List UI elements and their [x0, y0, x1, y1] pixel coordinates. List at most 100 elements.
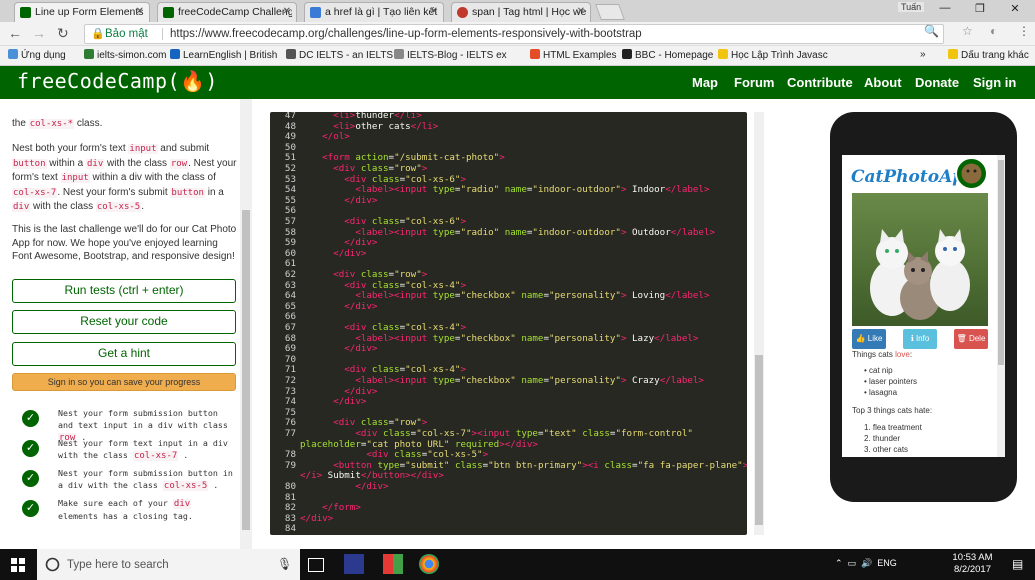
- other-bookmarks[interactable]: Dấu trang khác: [948, 49, 1029, 61]
- close-tab-icon[interactable]: ✕: [283, 6, 291, 17]
- close-tab-icon[interactable]: ✕: [577, 6, 585, 17]
- url-text[interactable]: https://www.freecodecamp.org/challenges/…: [170, 25, 642, 43]
- code-token: "col-xs-4": [405, 322, 461, 333]
- code-token: <button: [300, 459, 378, 471]
- code-line[interactable]: <div class="col-xs-7"><input type="text"…: [300, 428, 693, 439]
- code-token: "col-xs-4": [405, 279, 461, 291]
- search-icon[interactable]: 🔍: [924, 24, 939, 38]
- nav-about[interactable]: About: [864, 75, 902, 90]
- code-line[interactable]: placeholder="cat photo URL" required></d…: [300, 439, 538, 450]
- extension-icon[interactable]: ◐: [990, 24, 997, 38]
- chrome-icon[interactable]: [419, 554, 439, 574]
- code-text-area[interactable]: <li>thunder</li> <li>other cats</li> </o…: [300, 112, 747, 535]
- code-line[interactable]: </div>: [300, 301, 377, 312]
- windows-start-icon[interactable]: [11, 558, 25, 572]
- code-line[interactable]: <label><input type="checkbox" name="pers…: [300, 375, 704, 386]
- code-line[interactable]: <form action="/submit-cat-photo">: [300, 152, 505, 163]
- code-line[interactable]: <div class="col-xs-4">: [300, 280, 466, 291]
- new-tab-button[interactable]: [595, 4, 625, 20]
- jetbrains-app-icon[interactable]: [344, 554, 364, 574]
- instructions-scrollbar-thumb[interactable]: [242, 210, 250, 530]
- reload-icon[interactable]: ↻: [57, 25, 69, 42]
- reset-code-button[interactable]: Reset your code: [12, 310, 236, 334]
- code-line[interactable]: <div class="col-xs-6">: [300, 174, 466, 185]
- code-line[interactable]: </div>: [300, 237, 377, 248]
- code-token: >: [482, 449, 489, 461]
- forward-arrow-icon[interactable]: →: [32, 25, 46, 41]
- instruction-paragraph: the col-xs-* class.: [12, 118, 103, 129]
- get-hint-button[interactable]: Get a hint: [12, 342, 236, 366]
- bookmark-item[interactable]: HTML Examples: [530, 49, 617, 61]
- code-line[interactable]: <div class="col-xs-4">: [300, 322, 466, 333]
- bookmark-item[interactable]: BBC - Homepage: [622, 49, 713, 61]
- taskbar-clock[interactable]: 10:53 AM 8/2/2017: [945, 552, 1000, 576]
- browser-tab-active[interactable]: Line up Form Elements R ✕: [14, 2, 150, 22]
- url-bar[interactable]: 🔒 Bảo mật https://www.freecodecamp.org/c…: [84, 24, 944, 44]
- code-line[interactable]: </div>: [300, 481, 388, 492]
- nav-contribute[interactable]: Contribute: [787, 75, 853, 90]
- notifications-icon[interactable]: ▤: [1012, 557, 1023, 571]
- code-line[interactable]: </form>: [300, 502, 361, 513]
- bookmark-item[interactable]: ielts-simon.com: [84, 49, 166, 61]
- bookmark-item[interactable]: Học Lập Trình Javasc: [718, 49, 828, 61]
- code-line[interactable]: </div>: [300, 195, 377, 206]
- code-line[interactable]: </div>: [300, 386, 377, 397]
- bookmark-item[interactable]: IELTS-Blog - IELTS ex: [394, 49, 507, 61]
- bookmark-item[interactable]: DC IELTS - an IELTS te: [286, 49, 404, 61]
- bookmark-item[interactable]: LearnEnglish | British: [170, 49, 277, 61]
- minimize-icon[interactable]: —: [930, 2, 960, 14]
- taskbar-search-box[interactable]: Type here to search 🎙: [37, 549, 300, 580]
- nav-map[interactable]: Map: [692, 75, 718, 90]
- code-line[interactable]: <label><input type="radio" name="indoor-…: [300, 184, 709, 195]
- close-tab-icon[interactable]: ✕: [430, 6, 438, 17]
- nav-forum[interactable]: Forum: [734, 75, 774, 90]
- code-line[interactable]: </div>: [300, 396, 366, 407]
- microphone-icon[interactable]: 🎙: [277, 557, 292, 571]
- bookmarks-overflow[interactable]: »: [920, 49, 926, 60]
- task-view-icon[interactable]: [308, 558, 324, 572]
- code-line[interactable]: <label><input type="checkbox" name="pers…: [300, 333, 698, 344]
- fcc-logo[interactable]: freeCodeCamp(🔥): [17, 69, 218, 93]
- close-window-icon[interactable]: ✕: [1000, 2, 1030, 15]
- code-line[interactable]: <div class="col-xs-4">: [300, 364, 466, 375]
- code-line[interactable]: <div class="row">: [300, 417, 427, 428]
- code-line[interactable]: </ol>: [300, 131, 350, 142]
- browser-tab[interactable]: freeCodeCamp Challeng ✕: [157, 2, 297, 22]
- code-line[interactable]: </i> Submit</button></div>: [300, 470, 444, 481]
- profile-badge[interactable]: Tuấn: [898, 2, 925, 12]
- preview-scrollbar-thumb[interactable]: [998, 160, 1004, 365]
- browser-tab[interactable]: a href là gì | Tạo liên kết ✕: [304, 2, 444, 22]
- code-line[interactable]: </div>: [300, 248, 366, 259]
- code-token: </form>: [300, 502, 361, 514]
- code-line[interactable]: <div class="col-xs-5">: [300, 449, 488, 460]
- run-tests-button[interactable]: Run tests (ctrl + enter): [12, 279, 236, 303]
- like-button[interactable]: 👍 Like: [852, 329, 886, 349]
- nav-donate[interactable]: Donate: [915, 75, 959, 90]
- info-button[interactable]: ℹ Info: [903, 329, 937, 349]
- system-tray[interactable]: ⌃ ▭ 🔊 ENG: [835, 558, 897, 569]
- input-language[interactable]: ENG: [877, 558, 897, 568]
- code-token: </div>: [300, 343, 378, 355]
- code-line[interactable]: <div class="row">: [300, 163, 427, 174]
- code-line[interactable]: </div>: [300, 343, 377, 354]
- close-tab-icon[interactable]: ✕: [136, 6, 144, 17]
- browser-tab[interactable]: span | Tag html | Học wel ✕: [451, 2, 591, 22]
- app-icon[interactable]: [383, 554, 403, 574]
- code-line[interactable]: <div class="row">: [300, 269, 427, 280]
- back-arrow-icon[interactable]: ←: [8, 25, 22, 41]
- delete-button[interactable]: 🗑 Dele: [954, 329, 988, 349]
- code-line[interactable]: </div>: [300, 513, 333, 524]
- menu-dots-icon[interactable]: ⋮: [1018, 24, 1030, 38]
- editor-scrollbar-thumb[interactable]: [755, 355, 763, 525]
- maximize-icon[interactable]: ❐: [965, 2, 995, 15]
- sign-in-save-button[interactable]: Sign in so you can save your progress: [12, 373, 236, 391]
- bookmark-apps[interactable]: Ứng dụng: [8, 49, 66, 61]
- code-line[interactable]: <div class="col-xs-6">: [300, 216, 466, 227]
- bookmark-star-icon[interactable]: ☆: [962, 24, 973, 38]
- code-line[interactable]: <button type="submit" class="btn btn-pri…: [300, 460, 747, 471]
- code-editor[interactable]: 47 48 49 50 51 52 53 54 55 56 57 58 59 60 61 62 63 64 65 66…: [270, 112, 747, 535]
- code-line[interactable]: <label><input type="radio" name="indoor-…: [300, 227, 715, 238]
- code-line[interactable]: <label><input type="checkbox" name="pers…: [300, 290, 709, 301]
- nav-sign-in[interactable]: Sign in: [973, 75, 1016, 90]
- code-line[interactable]: <li>other cats</li>: [300, 121, 438, 132]
